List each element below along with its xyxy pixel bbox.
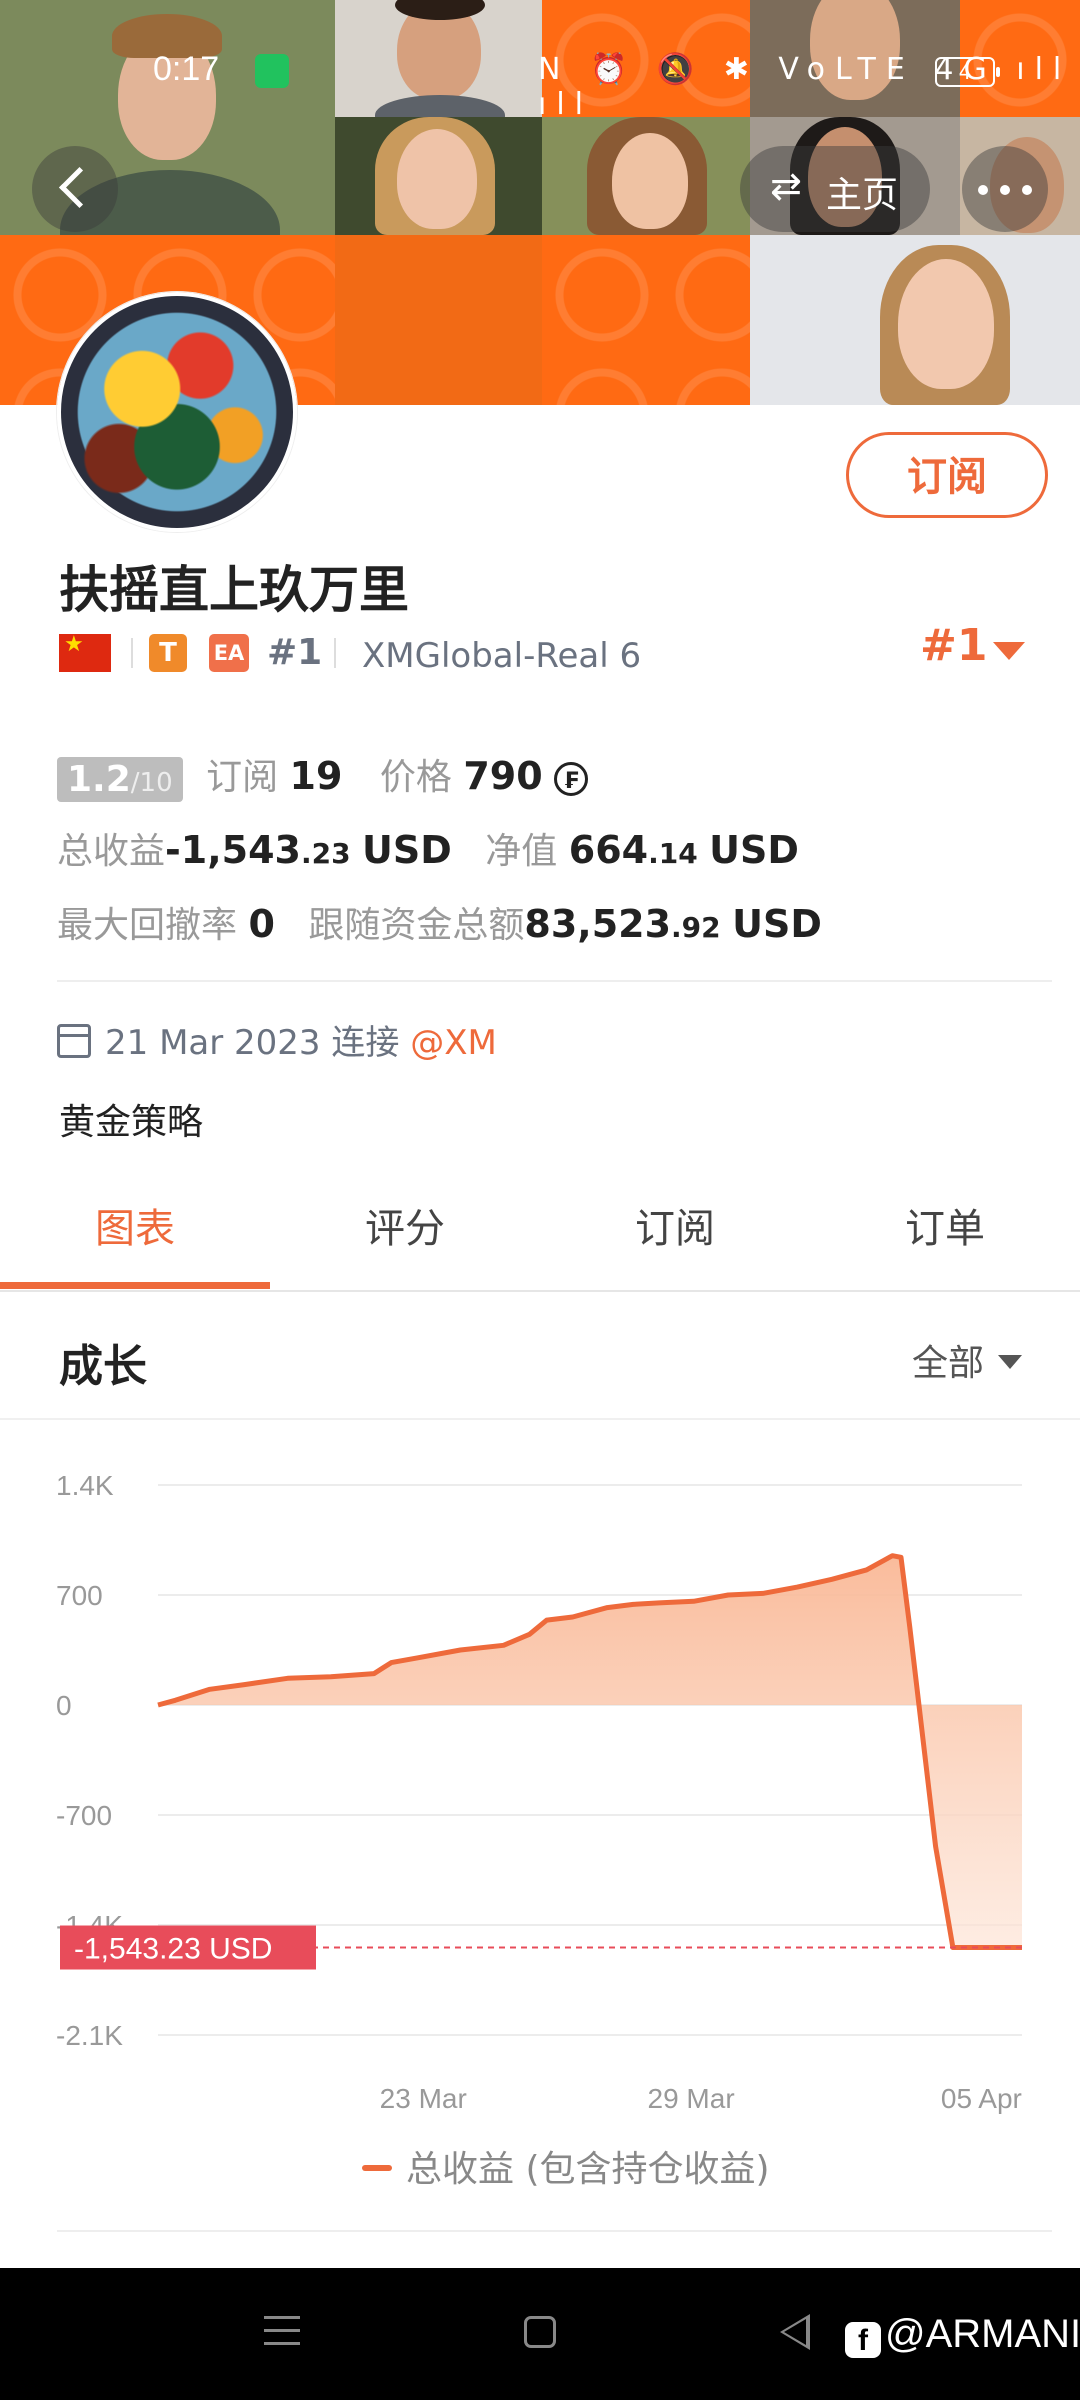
status-icons: N ⏰ 🔕 ✱ VoLTE 4G ıll ıll bbox=[538, 52, 1072, 122]
battery-saver-icon bbox=[255, 54, 289, 88]
subscribe-button[interactable]: 订阅 bbox=[846, 432, 1048, 518]
y-tick-label: -700 bbox=[56, 1800, 112, 1831]
tab-subscriptions[interactable]: 订阅 bbox=[540, 1196, 810, 1254]
stats-row-3: 最大回撤率 0 跟随资金总额83,523.92 USD bbox=[57, 896, 822, 948]
section-title: 成长 bbox=[59, 1341, 147, 1392]
caret-down-icon bbox=[993, 642, 1025, 660]
equity-decimals: .14 bbox=[648, 837, 698, 870]
username: 扶摇直上玖万里 bbox=[59, 561, 409, 619]
rank-label: #1 bbox=[267, 632, 323, 673]
separator bbox=[131, 638, 133, 668]
y-tick-label: 1.4K bbox=[56, 1470, 114, 1501]
system-nav-bar: f @ARMANI bbox=[0, 2268, 1080, 2400]
separator bbox=[334, 638, 336, 668]
subscribers-value: 19 bbox=[289, 754, 343, 798]
legend-label: 总收益 (包含持仓收益) bbox=[406, 2149, 770, 2190]
facebook-icon: f bbox=[845, 2322, 881, 2358]
y-tick-label: 700 bbox=[56, 1580, 103, 1611]
cover-pattern bbox=[542, 235, 750, 405]
coin-icon: ₣ bbox=[554, 762, 589, 796]
rating-value: 1.2 bbox=[67, 758, 131, 800]
growth-section-header: 成长 全部 bbox=[0, 1290, 1080, 1420]
more-options-button[interactable] bbox=[962, 146, 1048, 232]
tab-chart[interactable]: 图表 bbox=[0, 1196, 270, 1254]
tab-orders[interactable]: 订单 bbox=[810, 1196, 1080, 1254]
connection-info: 21 Mar 2023 连接 @XM bbox=[57, 1015, 497, 1064]
stats-row-2: 总收益-1,543.23 USD 净值 664.14 USD bbox=[57, 822, 799, 874]
total-profit-label: 总收益 bbox=[57, 831, 166, 872]
badge-row: T EA #1 XMGlobal-Real 6 bbox=[59, 632, 759, 676]
switch-arrows-icon: ⇄ bbox=[770, 164, 802, 208]
period-filter-label: 全部 bbox=[912, 1343, 985, 1384]
home-button[interactable] bbox=[524, 2316, 556, 2348]
chart-legend: 总收益 (包含持仓收益) bbox=[362, 2140, 770, 2192]
broker-link[interactable]: @XM bbox=[410, 1023, 497, 1063]
cover-photo-5 bbox=[542, 117, 750, 235]
drawdown-label: 最大回撤率 bbox=[57, 905, 238, 946]
strategy-description: 黄金策略 bbox=[59, 1102, 204, 1143]
y-tick-label: 0 bbox=[56, 1690, 72, 1721]
cover-photo-4 bbox=[335, 117, 542, 235]
connection-date: 21 Mar 2023 bbox=[105, 1023, 321, 1063]
tab-rating[interactable]: 评分 bbox=[270, 1196, 540, 1254]
watermark: f @ARMANI bbox=[845, 2312, 1080, 2358]
back-button[interactable] bbox=[32, 146, 118, 232]
china-flag-icon bbox=[59, 632, 111, 672]
rating-max: /10 bbox=[130, 767, 173, 798]
caret-down-icon bbox=[998, 1355, 1023, 1369]
rank-dropdown-label: #1 bbox=[920, 620, 988, 671]
rank-dropdown[interactable]: #1 bbox=[920, 620, 1025, 671]
legend-swatch bbox=[362, 2165, 392, 2171]
ea-badge: EA bbox=[209, 634, 249, 672]
home-page-button[interactable]: ⇄ 主页 bbox=[740, 146, 930, 232]
total-profit-value: -1,543 bbox=[165, 828, 301, 872]
watermark-text: @ARMANI bbox=[885, 2312, 1080, 2356]
x-tick-label: 05 Apr bbox=[941, 2083, 1022, 2114]
x-tick-label: 29 Mar bbox=[648, 2083, 735, 2114]
follow-funds-value: 83,523 bbox=[524, 902, 672, 946]
follow-funds-unit: USD bbox=[732, 902, 822, 946]
rating-badge: 1.2/10 bbox=[57, 756, 183, 802]
avatar[interactable] bbox=[57, 292, 297, 532]
price-label: 价格 bbox=[379, 757, 452, 798]
follow-funds-decimals: .92 bbox=[671, 911, 721, 944]
current-value-label: -1,543.23 USD bbox=[74, 1933, 272, 1966]
x-tick-label: 23 Mar bbox=[380, 2083, 467, 2114]
equity-value: 664 bbox=[568, 828, 649, 872]
price-value: 790 bbox=[463, 754, 543, 798]
status-bar: 0:17 N ⏰ 🔕 ✱ VoLTE 4G ıll ıll 4 bbox=[0, 40, 1080, 122]
calendar-icon bbox=[57, 1024, 91, 1058]
back-nav-button[interactable] bbox=[780, 2314, 810, 2350]
status-time: 0:17 bbox=[153, 50, 220, 88]
total-profit-decimals: .23 bbox=[300, 837, 351, 870]
period-filter-dropdown[interactable]: 全部 bbox=[912, 1334, 1023, 1386]
account-label: XMGlobal-Real 6 bbox=[362, 636, 642, 676]
battery-icon: 4 bbox=[935, 57, 1000, 87]
drawdown-value: 0 bbox=[248, 902, 275, 946]
connection-label: 连接 bbox=[331, 1023, 400, 1063]
subscribers-label: 订阅 bbox=[206, 757, 279, 798]
divider bbox=[57, 2230, 1052, 2232]
active-tab-indicator bbox=[0, 1282, 270, 1289]
tab-bar: 图表 评分 订阅 订单 bbox=[0, 1160, 1080, 1292]
follow-funds-label: 跟随资金总额 bbox=[308, 905, 525, 946]
equity-unit: USD bbox=[709, 828, 799, 872]
total-profit-unit: USD bbox=[362, 828, 452, 872]
equity-label: 净值 bbox=[485, 831, 558, 872]
home-page-label: 主页 bbox=[826, 175, 899, 216]
y-tick-label: -2.1K bbox=[56, 2020, 123, 2051]
stats-row-1: 1.2/10 订阅 19 价格 790 ₣ bbox=[57, 748, 589, 802]
growth-chart[interactable]: 1.4K7000-700-1.4K-2.1K23 Mar 29 Mar 05 Apr… bbox=[0, 1420, 1080, 2120]
divider bbox=[57, 980, 1052, 982]
cover-photo-8 bbox=[750, 235, 1080, 405]
cover-pattern bbox=[335, 235, 542, 405]
recent-apps-button[interactable] bbox=[264, 2316, 300, 2355]
trader-badge: T bbox=[149, 634, 187, 672]
